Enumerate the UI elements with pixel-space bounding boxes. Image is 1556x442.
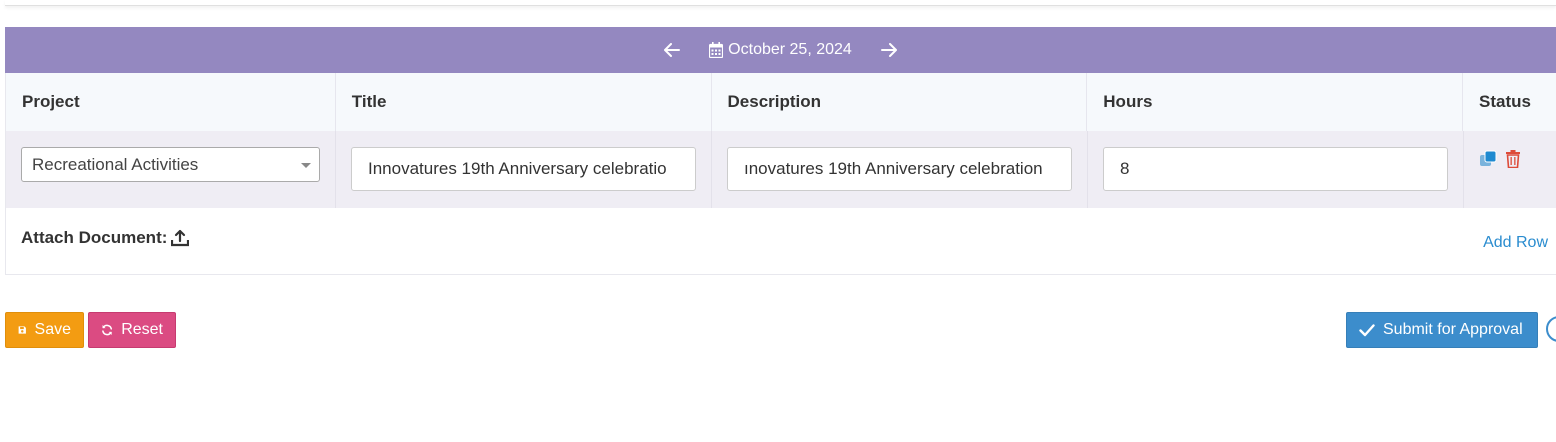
date-text: October 25, 2024 [728, 41, 852, 58]
project-select[interactable]: Recreational Activities [21, 147, 320, 182]
submit-for-approval-button[interactable]: Submit for Approval [1346, 312, 1538, 348]
table-row: Recreational Activities Innovatures 19th… [5, 131, 1556, 208]
project-select-value: Recreational Activities [32, 154, 199, 174]
attach-document-label: Attach Document: [21, 227, 168, 247]
help-button-partial[interactable] [1546, 316, 1556, 342]
save-button[interactable]: Save [5, 312, 84, 348]
project-cell: Recreational Activities [6, 131, 336, 208]
header-project: Project [6, 73, 336, 131]
check-icon [1359, 324, 1375, 337]
header-status: Status [1479, 92, 1531, 111]
arrow-right-icon [880, 43, 897, 57]
header-hours: Hours [1087, 73, 1464, 131]
current-date[interactable]: October 25, 2024 [709, 41, 852, 59]
attach-row: Attach Document: Add Row [5, 208, 1556, 275]
calendar-icon [709, 42, 724, 58]
reset-label: Reset [121, 321, 163, 338]
prev-date-button[interactable] [657, 35, 687, 65]
upload-icon[interactable] [171, 229, 190, 247]
description-cell: ınovatures 19th Anniversary celebration [712, 131, 1088, 208]
submit-label: Submit for Approval [1383, 321, 1523, 338]
timesheet-table: Project Title Description Hours Status R… [5, 73, 1556, 275]
arrow-left-icon [664, 43, 681, 57]
title-cell: Innovatures 19th Anniversary celebratio [336, 131, 712, 208]
description-input[interactable]: ınovatures 19th Anniversary celebration [727, 147, 1072, 191]
header-title: Title [336, 73, 712, 131]
row-actions [1479, 147, 1541, 168]
add-row-link[interactable]: Add Row [1483, 234, 1548, 252]
date-navigation-bar: October 25, 2024 [5, 27, 1556, 73]
next-date-button[interactable] [874, 35, 904, 65]
header-description: Description [712, 73, 1088, 131]
copy-icon[interactable] [1479, 150, 1497, 168]
trash-icon[interactable] [1505, 150, 1521, 168]
hours-input[interactable]: 8 [1103, 147, 1448, 191]
status-cell [1464, 131, 1556, 208]
save-icon [18, 326, 26, 334]
top-card-edge [5, 0, 1556, 6]
save-label: Save [34, 321, 71, 338]
refresh-icon [102, 324, 113, 336]
table-header: Project Title Description Hours Status [5, 73, 1556, 131]
chevron-down-icon [301, 163, 311, 168]
hours-cell: 8 [1088, 131, 1464, 208]
title-input[interactable]: Innovatures 19th Anniversary celebratio [351, 147, 696, 191]
attach-document: Attach Document: [6, 227, 190, 248]
reset-button[interactable]: Reset [88, 312, 176, 348]
